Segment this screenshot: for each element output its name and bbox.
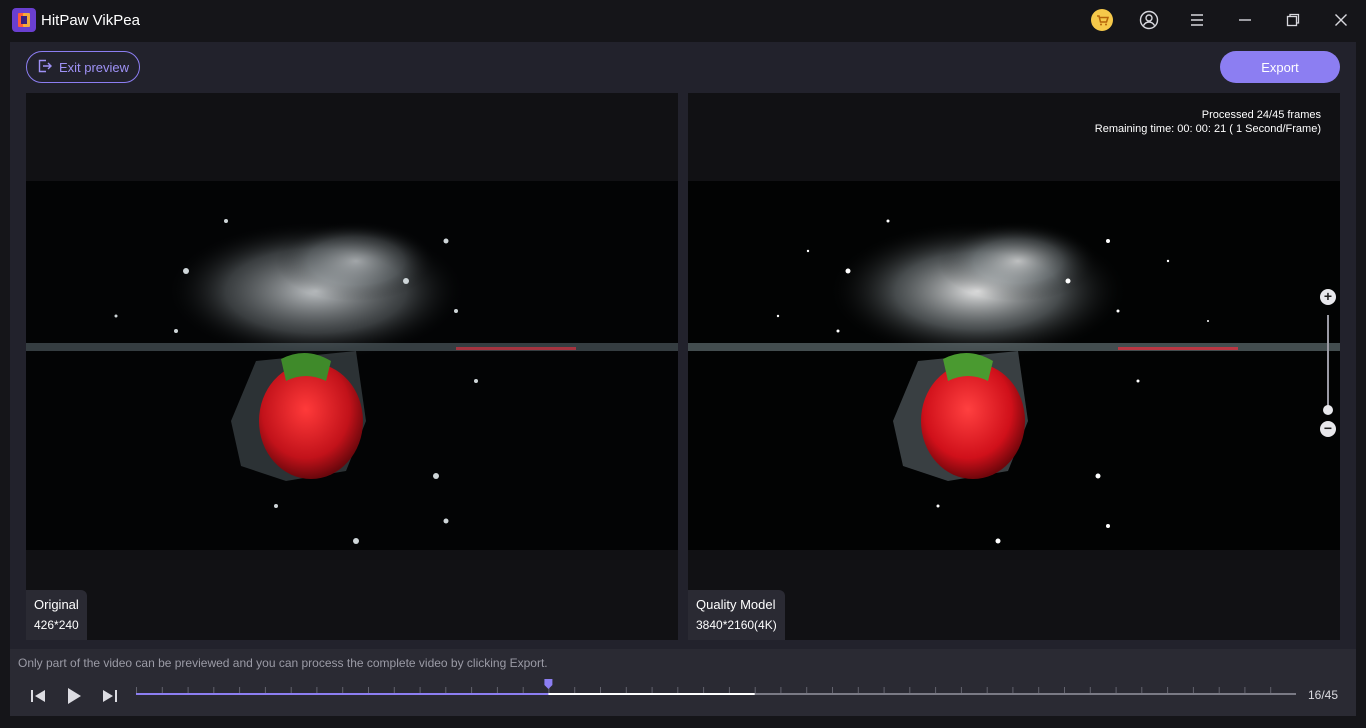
original-resolution: 426*240 xyxy=(34,618,79,632)
original-preview-panel: Original 426*240 xyxy=(26,93,678,640)
app-title: HitPaw VikPea xyxy=(41,12,140,29)
enhanced-info-badge: Quality Model 3840*2160(4K) xyxy=(688,590,785,640)
enhanced-preview-panel: Processed 24/45 frames Remaining time: 0… xyxy=(688,93,1340,640)
restore-icon[interactable] xyxy=(1282,9,1304,31)
zoom-slider-track[interactable] xyxy=(1327,315,1329,407)
model-label: Quality Model xyxy=(696,597,776,612)
minimize-icon[interactable] xyxy=(1234,9,1256,31)
timeline-slider[interactable] xyxy=(136,679,1297,709)
zoom-slider-handle[interactable] xyxy=(1323,405,1333,415)
zoom-control: + − xyxy=(1318,289,1338,439)
preview-notice: Only part of the video can be previewed … xyxy=(18,656,548,670)
account-icon[interactable] xyxy=(1138,9,1160,31)
original-label: Original xyxy=(34,597,79,612)
export-button[interactable]: Export xyxy=(1220,51,1340,83)
menu-icon[interactable] xyxy=(1186,9,1208,31)
frame-counter: 16/45 xyxy=(1308,688,1339,702)
playback-bar: Only part of the video can be previewed … xyxy=(10,649,1356,716)
processing-status: Processed 24/45 frames Remaining time: 0… xyxy=(1095,108,1321,136)
processed-frames-text: Processed 24/45 frames xyxy=(1201,109,1321,121)
previous-frame-button[interactable] xyxy=(28,685,50,707)
close-icon[interactable] xyxy=(1330,9,1352,31)
original-info-badge: Original 426*240 xyxy=(26,590,87,640)
title-bar: HitPaw VikPea xyxy=(0,0,1366,40)
enhanced-video-frame xyxy=(688,181,1340,550)
original-video-frame xyxy=(26,181,678,550)
zoom-in-button[interactable]: + xyxy=(1320,289,1336,305)
play-button[interactable] xyxy=(63,685,85,707)
exit-preview-button[interactable]: Exit preview xyxy=(26,51,140,83)
next-frame-button[interactable] xyxy=(98,685,120,707)
zoom-out-button[interactable]: − xyxy=(1320,421,1336,437)
cart-icon[interactable] xyxy=(1091,9,1113,31)
exit-icon xyxy=(37,58,53,77)
preview-area: Exit preview Export Original 426*240 Pro… xyxy=(10,42,1356,716)
model-resolution: 3840*2160(4K) xyxy=(696,618,777,632)
timeline-played-range xyxy=(136,693,549,695)
remaining-time-text: Remaining time: 00: 00: 21 ( 1 Second/Fr… xyxy=(1094,123,1321,135)
exit-preview-label: Exit preview xyxy=(58,59,130,75)
app-logo-icon xyxy=(12,8,36,32)
timeline-playhead[interactable] xyxy=(544,679,553,689)
